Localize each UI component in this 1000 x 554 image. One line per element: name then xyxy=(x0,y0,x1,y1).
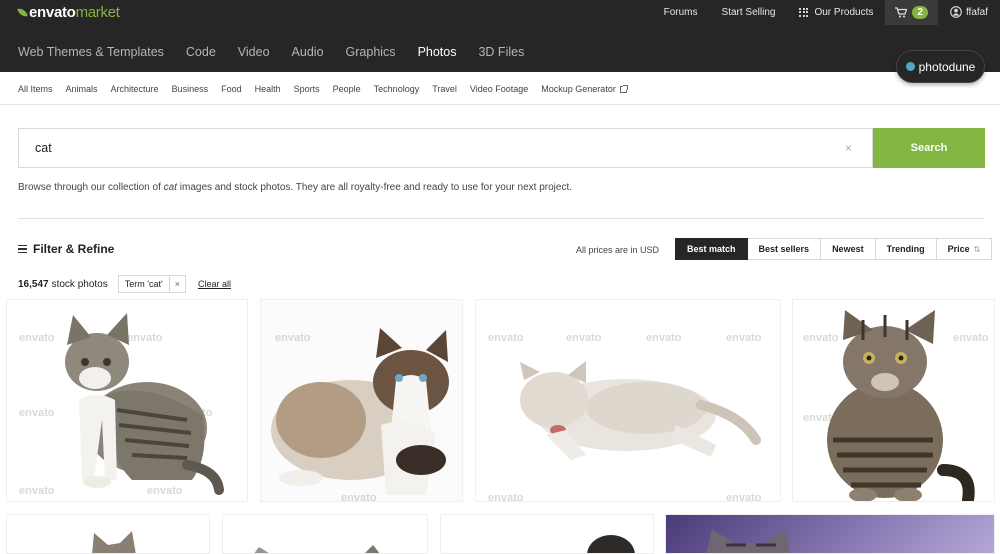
subnav-sports[interactable]: Sports xyxy=(294,84,320,94)
our-products-menu[interactable]: Our Products xyxy=(787,7,885,18)
section-divider xyxy=(18,218,985,219)
subnav-food[interactable]: Food xyxy=(221,84,242,94)
start-selling-link[interactable]: Start Selling xyxy=(710,7,788,18)
cat-photo-image xyxy=(520,361,761,460)
search-button[interactable]: Search xyxy=(873,128,985,168)
results-summary: 16,547 stock photos Term 'cat' × Clear a… xyxy=(18,275,231,293)
top-header: envato market Forums Start Selling Our P… xyxy=(0,0,1000,72)
subnav-travel[interactable]: Travel xyxy=(432,84,457,94)
result-photo-1[interactable]: envato envato envato envato envato envat… xyxy=(6,299,248,502)
sort-trending[interactable]: Trending xyxy=(875,238,937,260)
photodune-logo-icon xyxy=(905,62,915,71)
cat-photo-image xyxy=(92,531,136,553)
subnav-video-footage[interactable]: Video Footage xyxy=(470,84,528,94)
sort-price[interactable]: Price ⇅ xyxy=(936,238,993,260)
search-input[interactable] xyxy=(35,129,815,167)
filter-lines-icon xyxy=(18,244,27,254)
subnav-divider xyxy=(0,104,1000,105)
search-box: × xyxy=(18,128,873,168)
clear-search-icon[interactable]: × xyxy=(845,141,852,155)
cart-button[interactable]: 2 xyxy=(885,0,938,25)
category-graphics[interactable]: Graphics xyxy=(346,45,396,59)
result-photo-4[interactable]: envato envato envato xyxy=(792,299,995,502)
result-photo-8[interactable] xyxy=(665,514,995,554)
filter-refine-label: Filter & Refine xyxy=(33,242,115,256)
subnav-people[interactable]: People xyxy=(333,84,361,94)
sort-newest[interactable]: Newest xyxy=(821,238,876,260)
sort-price-label: Price xyxy=(947,244,970,254)
sort-best-sellers[interactable]: Best sellers xyxy=(747,238,822,260)
cat-photo-image xyxy=(254,545,380,553)
category-nav: Web Themes & Templates Code Video Audio … xyxy=(18,45,546,59)
results-count-label: stock photos xyxy=(51,278,108,290)
cart-icon xyxy=(895,6,908,17)
mockup-generator-label: Mockup Generator xyxy=(541,84,616,94)
sort-options: Best match Best sellers Newest Trending … xyxy=(675,238,993,260)
subnav-technology[interactable]: Technology xyxy=(374,84,420,94)
result-photo-7[interactable] xyxy=(440,514,654,554)
remove-term-icon[interactable]: × xyxy=(170,279,185,289)
category-video[interactable]: Video xyxy=(238,45,270,59)
results-count: 16,547 xyxy=(18,278,49,290)
category-photos[interactable]: Photos xyxy=(418,45,457,59)
clear-all-link[interactable]: Clear all xyxy=(198,279,231,289)
user-menu[interactable]: ffafaf xyxy=(938,6,1000,18)
category-audio[interactable]: Audio xyxy=(292,45,324,59)
category-3d-files[interactable]: 3D Files xyxy=(478,45,524,59)
cat-photo-image xyxy=(587,535,635,553)
prices-note: All prices are in USD xyxy=(576,245,660,255)
forums-link[interactable]: Forums xyxy=(652,7,710,18)
username: ffafaf xyxy=(965,6,988,18)
browse-description: Browse through our collection of cat ima… xyxy=(18,182,572,193)
logo-envato-text: envato xyxy=(29,3,76,21)
category-web-themes[interactable]: Web Themes & Templates xyxy=(18,45,164,59)
leaf-icon xyxy=(17,6,28,18)
result-photo-6[interactable] xyxy=(222,514,428,554)
envato-market-logo[interactable]: envato market xyxy=(17,3,120,21)
photodune-label: photodune xyxy=(918,59,976,74)
sort-arrows-icon: ⇅ xyxy=(973,244,981,254)
filter-refine-toggle[interactable]: Filter & Refine xyxy=(18,242,114,256)
category-code[interactable]: Code xyxy=(186,45,216,59)
browse-text-term: cat xyxy=(163,182,177,193)
subnav-business[interactable]: Business xyxy=(172,84,209,94)
sort-best-match[interactable]: Best match xyxy=(675,238,748,260)
external-link-icon xyxy=(619,84,628,93)
subnav-animals[interactable]: Animals xyxy=(66,84,98,94)
result-photo-2[interactable]: envato envato envato envato xyxy=(260,299,463,502)
photodune-badge[interactable]: photodune xyxy=(896,50,985,83)
cat-photo-image xyxy=(271,328,449,495)
subcategory-nav: All Items Animals Architecture Business … xyxy=(18,84,640,94)
result-photo-3[interactable]: envato envato envato envato envato envat… xyxy=(475,299,781,502)
our-products-label: Our Products xyxy=(814,6,874,18)
result-photo-5[interactable] xyxy=(6,514,210,554)
browse-text-before: Browse through our collection of xyxy=(18,182,164,193)
term-filter-chip: Term 'cat' × xyxy=(117,275,186,293)
subnav-mockup-generator[interactable]: Mockup Generator xyxy=(541,84,628,94)
grid-icon xyxy=(799,7,809,17)
cat-photo-image xyxy=(65,313,224,495)
cat-photo-image xyxy=(827,310,975,501)
subnav-architecture[interactable]: Architecture xyxy=(111,84,159,94)
cat-photo-image xyxy=(706,529,790,553)
subnav-health[interactable]: Health xyxy=(255,84,281,94)
browse-text-after: images and stock photos. They are all ro… xyxy=(176,182,573,193)
top-links: Forums Start Selling Our Products 2 ffaf… xyxy=(652,0,1000,25)
cart-count-badge: 2 xyxy=(912,5,928,19)
subnav-all-items[interactable]: All Items xyxy=(18,84,53,94)
user-avatar-icon xyxy=(950,6,962,18)
term-chip-label: Term 'cat' xyxy=(119,276,170,292)
logo-market-text: market xyxy=(75,3,120,21)
